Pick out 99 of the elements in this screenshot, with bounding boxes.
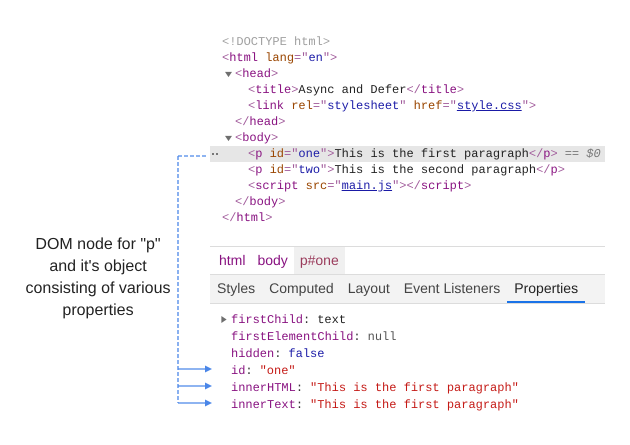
colon: : [245, 362, 253, 380]
tag-bracket: < [248, 162, 256, 179]
tag-bracket: < [235, 130, 242, 147]
tag-bracket: > [278, 194, 286, 211]
breadcrumb-item[interactable]: html [213, 247, 252, 274]
attribute-name: href [412, 98, 442, 115]
tag-name: script [255, 178, 298, 195]
attribute-name: lang [264, 50, 294, 67]
doctype-text: <!DOCTYPE html> [222, 34, 330, 51]
text-content: This is the first paragraph [334, 146, 529, 163]
property-value: false [288, 346, 324, 362]
tab[interactable]: Properties [507, 275, 586, 303]
tag-bracket: "> [522, 98, 536, 115]
colon: : [296, 396, 304, 414]
tag-bracket: < [222, 50, 230, 67]
attribute-value: en [308, 50, 323, 67]
tag-bracket: =" [284, 162, 298, 179]
tag-bracket: =" [284, 146, 298, 163]
tag-name: script [420, 178, 464, 195]
property-name: innerHTML [231, 380, 296, 396]
attribute-name: id [268, 162, 284, 179]
text-content: Async and Defer [298, 82, 406, 99]
selected-dom-row[interactable]: <p id="one">This is the first paragraph</p> == $0 [210, 146, 605, 162]
collapsed-triangle-icon[interactable] [221, 316, 227, 323]
colon: : [303, 312, 310, 328]
tag-name: title [255, 82, 292, 99]
property-value: null [368, 328, 396, 346]
tag-bracket: > [550, 146, 558, 163]
attribute-value: stylesheet [327, 98, 400, 115]
tag-bracket: > [291, 82, 298, 99]
breadcrumb-item[interactable]: body [251, 247, 294, 274]
attribute-value: two [298, 162, 320, 179]
property-name: firstElementChild [231, 328, 354, 346]
expanded-triangle-icon[interactable] [225, 135, 232, 142]
link-value[interactable]: main.js [342, 177, 392, 195]
tag-bracket: </ [528, 146, 544, 163]
tag-name: p [550, 162, 558, 179]
property-value: "one" [260, 362, 296, 380]
tag-bracket: < [248, 178, 256, 195]
breadcrumb-item[interactable]: p#one [294, 247, 345, 274]
tab[interactable]: Styles [210, 275, 262, 303]
tag-bracket: =" [294, 50, 308, 67]
attribute-name: src [304, 178, 328, 195]
property-name: innerText [231, 396, 296, 414]
attribute-name: rel [290, 98, 313, 115]
tag-bracket: > [271, 130, 278, 147]
tag-name: p [255, 162, 262, 179]
tag-bracket: =" [442, 98, 457, 115]
property-name: id [231, 362, 246, 380]
tag-bracket: </ [536, 162, 550, 179]
text-content: This is the second paragraph [334, 162, 536, 179]
tag-name: link [255, 98, 284, 115]
tag-bracket: < [248, 82, 256, 99]
annotation-text: DOM node for "p" and it's object consisting of various properties [24, 234, 172, 320]
selection-marker: == $0 [564, 146, 601, 163]
attribute-name: id [268, 146, 284, 163]
tag-bracket: "> [322, 50, 338, 67]
tab[interactable]: Computed [262, 275, 341, 303]
link-value[interactable]: style.css [456, 97, 522, 115]
tag-bracket: </ [235, 194, 250, 211]
tag-bracket: < [235, 66, 242, 83]
tag-bracket: " [399, 98, 406, 115]
tag-name: head [249, 114, 278, 131]
tag-name: body [249, 194, 278, 211]
tag-name: html [236, 210, 266, 227]
tag-bracket: "> [320, 162, 334, 179]
expanded-triangle-icon[interactable] [225, 71, 232, 78]
colon: : [353, 328, 361, 346]
tag-bracket: =" [327, 178, 342, 195]
tag-bracket: > [464, 178, 472, 195]
tag-bracket: > [278, 114, 286, 131]
property-value: text [317, 312, 346, 328]
tag-bracket: > [265, 210, 272, 227]
tag-bracket: > [271, 66, 278, 83]
tag-name: p [543, 146, 550, 163]
tag-name: title [420, 82, 457, 99]
tag-bracket: "> [320, 146, 334, 163]
colon: : [274, 346, 282, 362]
tag-bracket: =" [312, 98, 328, 115]
tag-bracket: < [248, 146, 256, 163]
tag-bracket: </ [406, 82, 421, 99]
tab[interactable]: Layout [340, 275, 397, 303]
property-value: "This is the first paragraph" [310, 396, 519, 414]
property-value: "This is the first paragraph" [310, 380, 519, 396]
tag-bracket: </ [222, 210, 236, 227]
property-name: hidden [231, 346, 274, 362]
tag-name: html [229, 50, 258, 67]
tag-name: body [242, 130, 272, 147]
tag-name: p [255, 146, 262, 163]
tag-bracket: > [456, 82, 464, 99]
tab[interactable]: Event Listeners [396, 275, 508, 303]
tag-bracket: "></ [392, 178, 421, 195]
attribute-value: one [298, 146, 320, 163]
colon: : [296, 380, 304, 396]
tag-bracket: < [248, 98, 256, 115]
tag-bracket: > [558, 162, 565, 179]
tag-name: head [242, 66, 272, 83]
property-name: firstChild [231, 312, 304, 328]
tag-bracket: </ [235, 114, 250, 131]
